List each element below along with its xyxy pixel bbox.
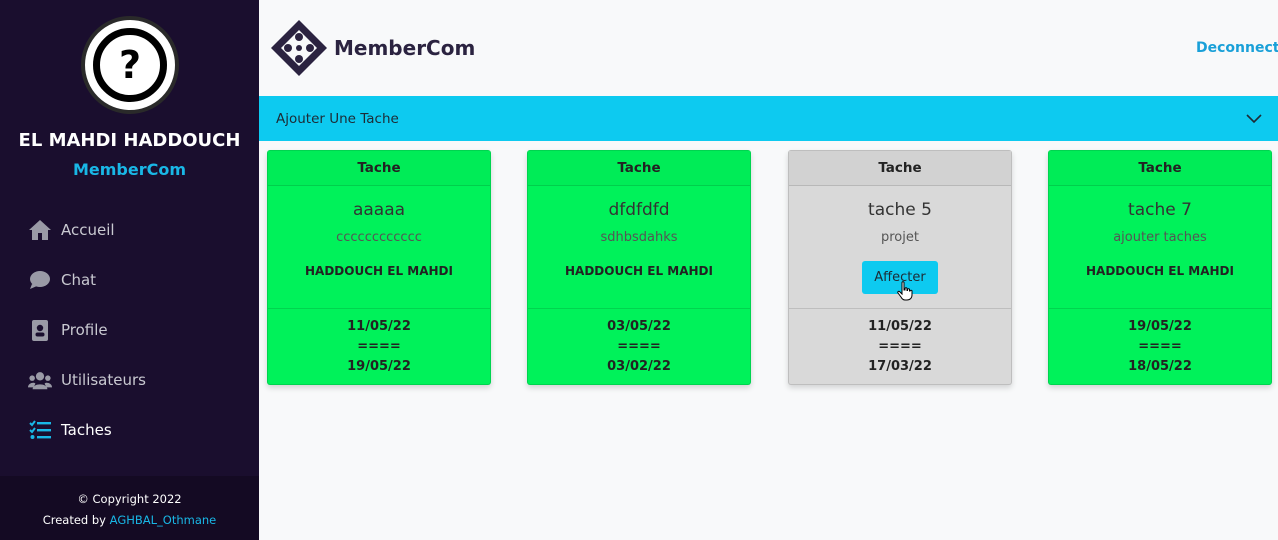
- date-separator: ====: [357, 339, 401, 354]
- sidebar-item-label: Chat: [61, 271, 97, 289]
- accordion-label: Ajouter Une Tache: [276, 110, 399, 127]
- task-card: Tache aaaaa cccccccccccc HADDOUCH EL MAH…: [267, 150, 491, 385]
- task-description: sdhbsdahks: [600, 230, 678, 245]
- task-card: Tache dfdfdfd sdhbsdahks HADDOUCH EL MAH…: [527, 150, 751, 385]
- sidebar-item-label: Taches: [61, 421, 112, 439]
- sidebar-item-taches[interactable]: Taches: [0, 405, 259, 455]
- task-title: aaaaa: [352, 200, 406, 220]
- question-mark-icon: ?: [93, 28, 167, 102]
- sidebar-item-chat[interactable]: Chat: [0, 255, 259, 305]
- card-header: Tache: [528, 151, 750, 186]
- tasks-icon: [28, 419, 52, 441]
- task-card: Tache tache 5 projet Affecter 11/05/22 =…: [788, 150, 1012, 385]
- start-date: 03/05/22: [607, 319, 671, 334]
- sidebar-footer: © Copyright 2022 Created by AGHBAL_Othma…: [0, 476, 259, 540]
- sidebar: ? EL MAHDI HADDOUCH MemberCom Accueil Ch…: [0, 0, 259, 540]
- task-description: ajouter taches: [1113, 230, 1207, 245]
- logo-icon[interactable]: [271, 20, 327, 76]
- task-title: tache 5: [868, 200, 932, 220]
- sidebar-item-label: Utilisateurs: [61, 371, 146, 389]
- chevron-down-icon: [1246, 114, 1262, 124]
- top-bar: MemberCom Deconnecte: [259, 0, 1278, 96]
- card-header: Tache: [268, 151, 490, 186]
- start-date: 11/05/22: [347, 319, 411, 334]
- user-name: EL MAHDI HADDOUCH: [18, 130, 241, 151]
- card-header: Tache: [789, 151, 1011, 186]
- task-owner: HADDOUCH EL MAHDI: [565, 264, 713, 278]
- app-title[interactable]: MemberCom: [334, 36, 475, 60]
- logout-link[interactable]: Deconnecte: [1196, 40, 1278, 56]
- task-description: projet: [881, 230, 919, 245]
- created-by-label: Created by: [42, 513, 106, 527]
- credits: Created by AGHBAL_Othmane: [0, 510, 259, 531]
- copyright: © Copyright 2022: [77, 492, 182, 506]
- hand-cursor-icon: [897, 281, 913, 301]
- task-title: dfdfdfd: [608, 200, 670, 220]
- task-description: cccccccccccc: [336, 230, 422, 245]
- end-date: 18/05/22: [1128, 359, 1192, 374]
- chat-icon: [28, 269, 52, 291]
- card-footer: 03/05/22 ==== 03/02/22: [528, 308, 750, 386]
- task-owner: HADDOUCH EL MAHDI: [305, 264, 453, 278]
- sidebar-item-utilisateurs[interactable]: Utilisateurs: [0, 355, 259, 405]
- add-task-accordion[interactable]: Ajouter Une Tache: [259, 96, 1278, 141]
- date-separator: ====: [878, 339, 922, 354]
- start-date: 19/05/22: [1128, 319, 1192, 334]
- card-header: Tache: [1049, 151, 1271, 186]
- home-icon: [28, 219, 52, 241]
- task-title: tache 7: [1128, 200, 1192, 220]
- end-date: 17/03/22: [868, 359, 932, 374]
- end-date: 03/02/22: [607, 359, 671, 374]
- sidebar-brand: MemberCom: [72, 160, 187, 179]
- date-separator: ====: [1138, 339, 1182, 354]
- end-date: 19/05/22: [347, 359, 411, 374]
- card-footer: 19/05/22 ==== 18/05/22: [1049, 308, 1271, 386]
- task-owner: HADDOUCH EL MAHDI: [1086, 264, 1234, 278]
- avatar: ?: [81, 16, 179, 114]
- sidebar-item-accueil[interactable]: Accueil: [0, 205, 259, 255]
- task-card: Tache tache 7 ajouter taches HADDOUCH EL…: [1048, 150, 1272, 385]
- card-footer: 11/05/22 ==== 19/05/22: [268, 308, 490, 386]
- sidebar-nav: Accueil Chat Profile Utilisateurs Taches: [0, 205, 259, 455]
- start-date: 11/05/22: [868, 319, 932, 334]
- author-link[interactable]: AGHBAL_Othmane: [110, 513, 217, 527]
- id-badge-icon: [28, 319, 52, 341]
- sidebar-item-profile[interactable]: Profile: [0, 305, 259, 355]
- sidebar-item-label: Accueil: [61, 221, 115, 239]
- date-separator: ====: [617, 339, 661, 354]
- card-footer: 11/05/22 ==== 17/03/22: [789, 308, 1011, 386]
- users-icon: [28, 369, 52, 391]
- sidebar-item-label: Profile: [61, 321, 108, 339]
